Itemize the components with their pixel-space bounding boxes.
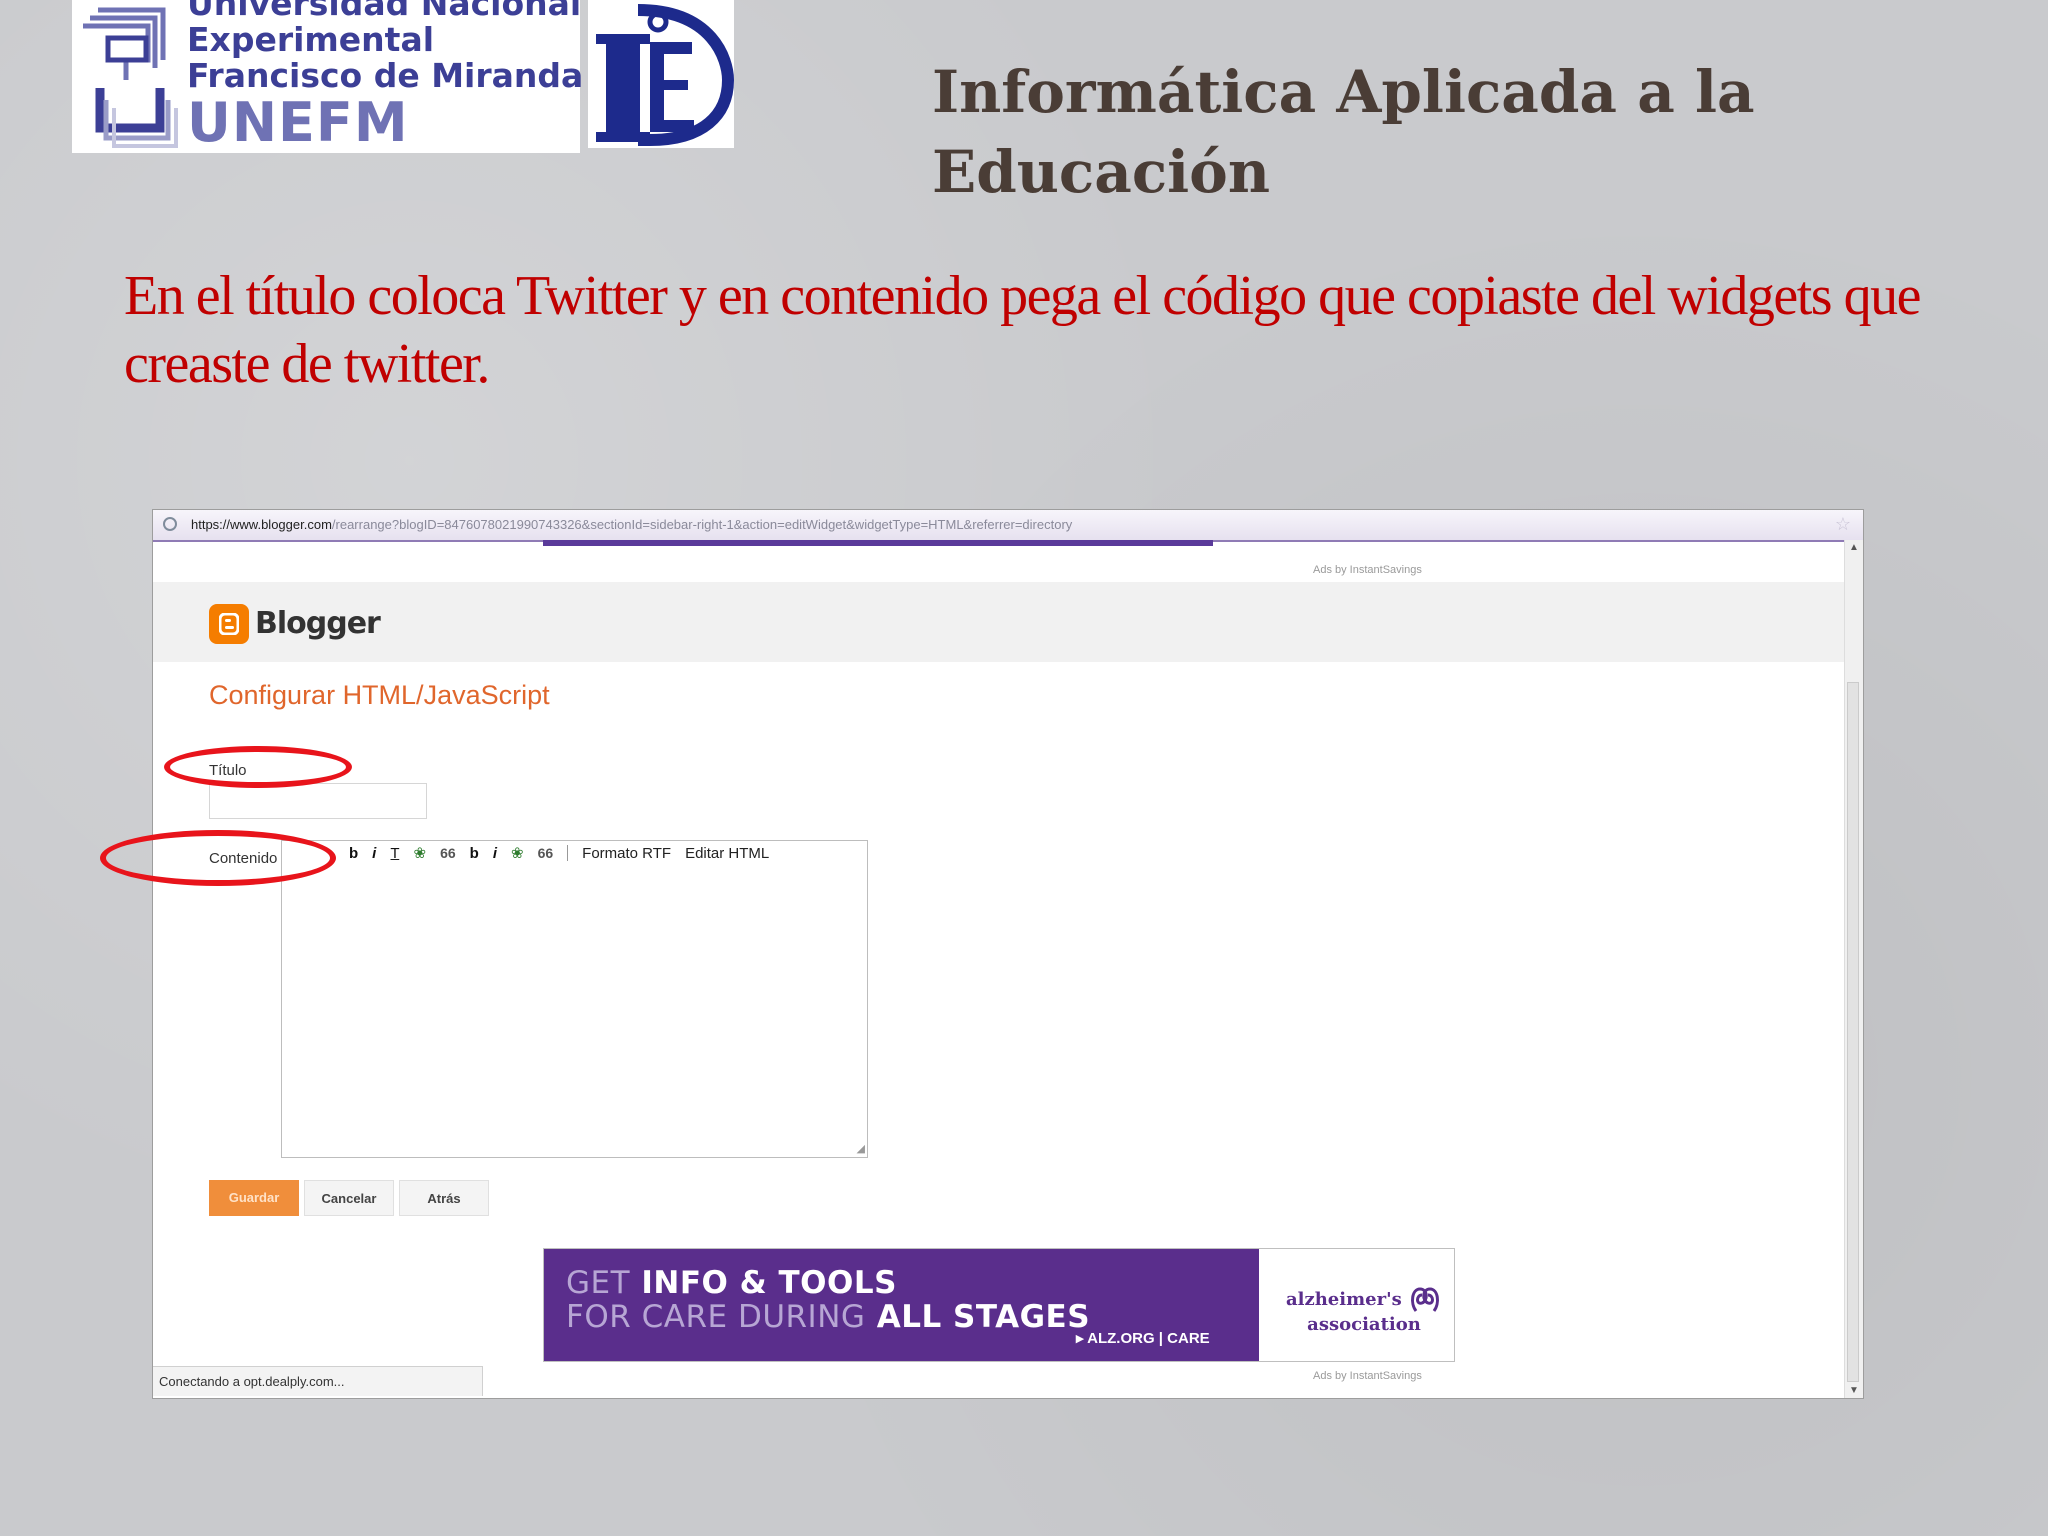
blogger-b-icon[interactable] bbox=[209, 604, 249, 644]
university-name-line-2: Experimental bbox=[187, 20, 435, 59]
address-bar[interactable]: https://www.blogger.com/rearrange?blogID… bbox=[153, 510, 1863, 542]
scroll-down-icon[interactable]: ▼ bbox=[1849, 1385, 1859, 1396]
save-button[interactable]: Guardar bbox=[209, 1180, 299, 1216]
ad-link[interactable]: ▸ ALZ.ORG | CARE bbox=[1076, 1329, 1210, 1347]
font-size-icon[interactable]: T̲ bbox=[390, 845, 399, 862]
university-acronym: UNEFM bbox=[187, 91, 409, 154]
resize-handle-icon[interactable]: ◢ bbox=[857, 1142, 865, 1155]
vertical-scrollbar[interactable]: ▲ ▼ bbox=[1844, 540, 1863, 1398]
blogger-screenshot: https://www.blogger.com/rearrange?blogID… bbox=[153, 510, 1863, 1398]
ads-label-top: Ads by InstantSavings bbox=[1313, 564, 1422, 576]
alzheimers-logo-icon bbox=[1411, 1287, 1439, 1312]
contenido-highlight-oval bbox=[100, 830, 336, 886]
university-name-line-3: Francisco de Miranda bbox=[187, 56, 584, 95]
unefm-logo: Universidad Nacional Experimental Franci… bbox=[72, 0, 584, 154]
status-bar: Conectando a opt.dealply.com... bbox=[153, 1366, 483, 1396]
url-path: /rearrange?blogID=8476078021990743326&se… bbox=[331, 517, 1073, 532]
ad-strip bbox=[543, 540, 1213, 546]
slide-title: Informática Aplicada a la Educación bbox=[932, 58, 1755, 206]
ad-purple-panel: GET INFO & TOOLS FOR CARE DURING ALL STA… bbox=[544, 1249, 1259, 1361]
globe-icon bbox=[163, 517, 177, 531]
blogger-brand[interactable]: Blogger bbox=[255, 606, 381, 641]
contenido-textarea[interactable]: ◢ bbox=[281, 840, 868, 1158]
ied-logo bbox=[588, 0, 735, 148]
bold-button-2[interactable]: b bbox=[470, 845, 479, 862]
insert-image-icon[interactable]: ❀ bbox=[414, 844, 427, 862]
insert-image-icon-2[interactable]: ❀ bbox=[511, 844, 524, 862]
edit-html-tab[interactable]: Editar HTML bbox=[685, 845, 769, 862]
editor-toolbar: b i T̲ ❀ 66 b i ❀ 66 Formato RTF Editar … bbox=[349, 840, 769, 866]
bold-button[interactable]: b bbox=[349, 845, 358, 862]
alzheimers-ad-banner[interactable]: GET INFO & TOOLS FOR CARE DURING ALL STA… bbox=[543, 1248, 1455, 1362]
blockquote-button[interactable]: 66 bbox=[440, 845, 456, 861]
italic-button[interactable]: i bbox=[372, 845, 376, 862]
toolbar-divider bbox=[567, 845, 569, 861]
italic-button-2[interactable]: i bbox=[493, 845, 497, 862]
page-title: Configurar HTML/JavaScript bbox=[209, 680, 550, 710]
titulo-highlight-oval bbox=[164, 746, 352, 788]
rich-text-tab[interactable]: Formato RTF bbox=[582, 845, 671, 862]
cancel-button[interactable]: Cancelar bbox=[304, 1180, 394, 1216]
address-url: https://www.blogger.com/rearrange?blogID… bbox=[191, 517, 1072, 532]
blockquote-button-2[interactable]: 66 bbox=[538, 845, 554, 861]
org-line-1: alzheimer's bbox=[1286, 1289, 1402, 1310]
blogger-header: Blogger bbox=[153, 582, 1845, 662]
back-button[interactable]: Atrás bbox=[399, 1180, 489, 1216]
scrollbar-thumb[interactable] bbox=[1847, 682, 1859, 1382]
ads-label-bottom: Ads by InstantSavings bbox=[1313, 1370, 1422, 1382]
instruction-text: En el título coloca Twitter y en conteni… bbox=[124, 265, 1921, 395]
scroll-up-icon[interactable]: ▲ bbox=[1849, 542, 1859, 553]
ad-line-1: GET INFO & TOOLS bbox=[566, 1265, 897, 1301]
titulo-input[interactable] bbox=[209, 783, 427, 819]
ied-emblem-icon bbox=[596, 4, 735, 146]
bookmark-star-icon[interactable]: ☆ bbox=[1835, 514, 1851, 535]
unefm-emblem-icon bbox=[83, 7, 178, 148]
alzheimers-association-logo: alzheimer's association bbox=[1286, 1285, 1442, 1335]
university-name-line-1: Universidad Nacional bbox=[187, 0, 582, 23]
org-line-2: association bbox=[1307, 1314, 1421, 1335]
url-domain: https://www.blogger.com bbox=[191, 517, 332, 532]
ad-line-2: FOR CARE DURING ALL STAGES bbox=[566, 1299, 1091, 1335]
